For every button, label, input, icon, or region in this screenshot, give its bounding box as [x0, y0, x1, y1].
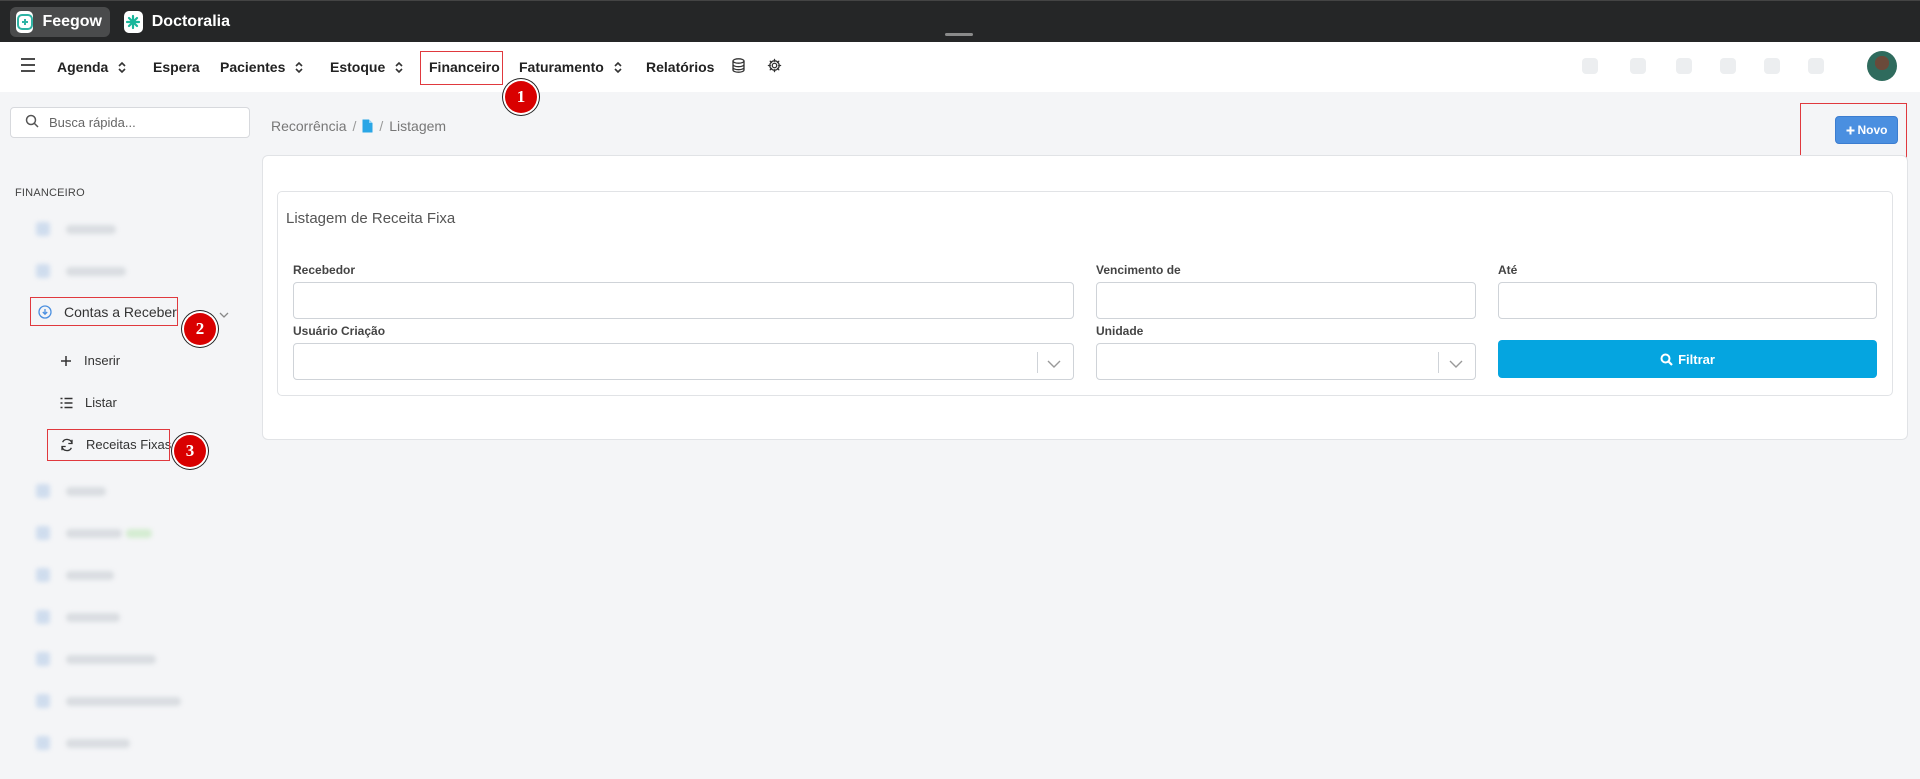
chevron-up-down-icon — [614, 61, 622, 74]
nav-faturamento[interactable]: Faturamento — [519, 42, 622, 92]
select-separator — [1438, 352, 1439, 373]
ate-input[interactable] — [1499, 283, 1876, 318]
sidebar-item-blurred[interactable] — [36, 736, 130, 750]
breadcrumb-item[interactable]: Recorrência — [271, 118, 346, 134]
chevron-up-down-icon — [295, 61, 303, 74]
search-icon — [25, 114, 39, 131]
nav-pacientes[interactable]: Pacientes — [220, 42, 303, 92]
panel-title: Listagem de Receita Fixa — [286, 210, 456, 227]
sidebar-subitem-inserir[interactable]: Inserir — [60, 353, 120, 368]
breadcrumb-separator: / — [379, 118, 384, 134]
sidebar-item-blurred[interactable] — [36, 264, 126, 278]
vencimento-field — [1096, 282, 1476, 319]
notification-icon[interactable] — [1676, 58, 1692, 74]
filtrar-button[interactable]: Filtrar — [1498, 340, 1877, 378]
sidebar-item-blurred[interactable] — [36, 222, 116, 236]
ate-field — [1498, 282, 1877, 319]
app-tab-label: Feegow — [42, 13, 102, 30]
recebedor-label: Recebedor — [293, 263, 356, 277]
sidebar-item-blurred[interactable] — [36, 568, 114, 582]
hamburger-menu-icon[interactable] — [20, 58, 36, 75]
quick-search-input[interactable] — [49, 115, 239, 130]
notification-icon[interactable] — [1630, 58, 1646, 74]
usuario-criacao-label: Usuário Criação — [293, 324, 386, 338]
search-icon — [1660, 353, 1673, 366]
doctoralia-logo-icon — [124, 11, 143, 33]
usuario-criacao-select[interactable] — [293, 343, 1074, 380]
feegow-logo-icon — [16, 11, 34, 33]
nav-estoque[interactable]: Estoque — [330, 42, 403, 92]
app-tab-doctoralia[interactable]: Doctoralia — [118, 7, 238, 37]
sidebar-item-blurred[interactable] — [36, 526, 152, 540]
app-tab-feegow[interactable]: Feegow — [10, 7, 110, 37]
sidebar-item-blurred[interactable] — [36, 694, 181, 708]
annotation-badge-2: 2 — [184, 313, 216, 345]
drag-handle[interactable] — [945, 33, 973, 36]
list-icon — [60, 397, 73, 409]
sidebar-item-blurred[interactable] — [36, 652, 156, 666]
unidade-select[interactable] — [1096, 343, 1476, 380]
app-top-bar: Feegow Doctoralia — [0, 0, 1920, 42]
breadcrumb-separator: / — [352, 118, 357, 134]
nav-relatorios[interactable]: Relatórios — [646, 42, 714, 92]
chevron-down-icon — [1449, 356, 1463, 372]
chevron-down-icon[interactable] — [219, 305, 229, 321]
file-icon — [362, 119, 373, 133]
notification-icon[interactable] — [1582, 58, 1598, 74]
sidebar-section-header: FINANCEIRO — [15, 187, 85, 199]
nav-espera[interactable]: Espera — [153, 42, 200, 92]
plus-icon — [60, 355, 72, 367]
notification-icon[interactable] — [1720, 58, 1736, 74]
nav-agenda[interactable]: Agenda — [57, 42, 126, 92]
user-avatar[interactable] — [1867, 51, 1897, 81]
annotation-box-contas-receber — [30, 297, 178, 326]
database-icon[interactable] — [732, 58, 745, 76]
breadcrumb: Recorrência / / Listagem — [271, 118, 446, 134]
chevron-down-icon — [1047, 356, 1061, 372]
annotation-box-receitas-fixas — [47, 429, 170, 461]
gear-icon[interactable] — [767, 58, 782, 76]
notification-icon[interactable] — [1808, 58, 1824, 74]
vencimento-input[interactable] — [1097, 283, 1475, 318]
sidebar-item-blurred[interactable] — [36, 610, 120, 624]
ate-label: Até — [1498, 263, 1518, 277]
unidade-label: Unidade — [1096, 324, 1144, 338]
sidebar-subitem-listar[interactable]: Listar — [60, 395, 117, 410]
annotation-badge-3: 3 — [174, 435, 206, 467]
sidebar-item-blurred[interactable] — [36, 484, 106, 498]
notification-icon[interactable] — [1764, 58, 1780, 74]
vencimento-label: Vencimento de — [1096, 263, 1181, 277]
chevron-up-down-icon — [118, 61, 126, 74]
select-separator — [1037, 352, 1038, 373]
quick-search — [10, 107, 250, 138]
recebedor-field — [293, 282, 1074, 319]
annotation-box-financeiro — [420, 51, 503, 85]
chevron-up-down-icon — [395, 61, 403, 74]
breadcrumb-item: Listagem — [389, 118, 447, 134]
app-tab-label: Doctoralia — [151, 13, 230, 30]
recebedor-input[interactable] — [294, 283, 1073, 318]
